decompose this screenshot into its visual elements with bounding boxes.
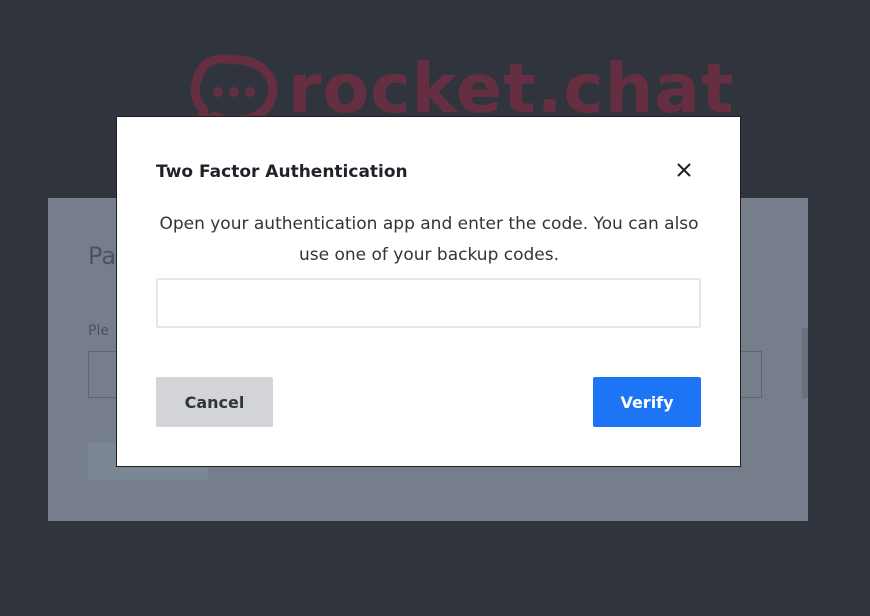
cancel-button[interactable]: Cancel — [156, 377, 273, 427]
modal-title: Two Factor Authentication — [156, 162, 408, 182]
two-factor-modal: Two Factor Authentication Open your auth… — [116, 116, 741, 467]
authentication-code-input[interactable] — [156, 278, 701, 328]
logo-text: rocket.chat — [288, 50, 735, 129]
modal-description: Open your authentication app and enter t… — [159, 214, 699, 265]
login-page: rocket.chat Pa Ple Two Factor Authentica… — [0, 0, 870, 616]
verify-button[interactable]: Verify — [593, 377, 701, 427]
background-field-label: Ple — [88, 323, 109, 339]
close-button[interactable] — [672, 159, 696, 183]
background-card-title: Pa — [88, 242, 117, 270]
background-edge — [802, 328, 808, 398]
close-icon — [677, 162, 691, 181]
